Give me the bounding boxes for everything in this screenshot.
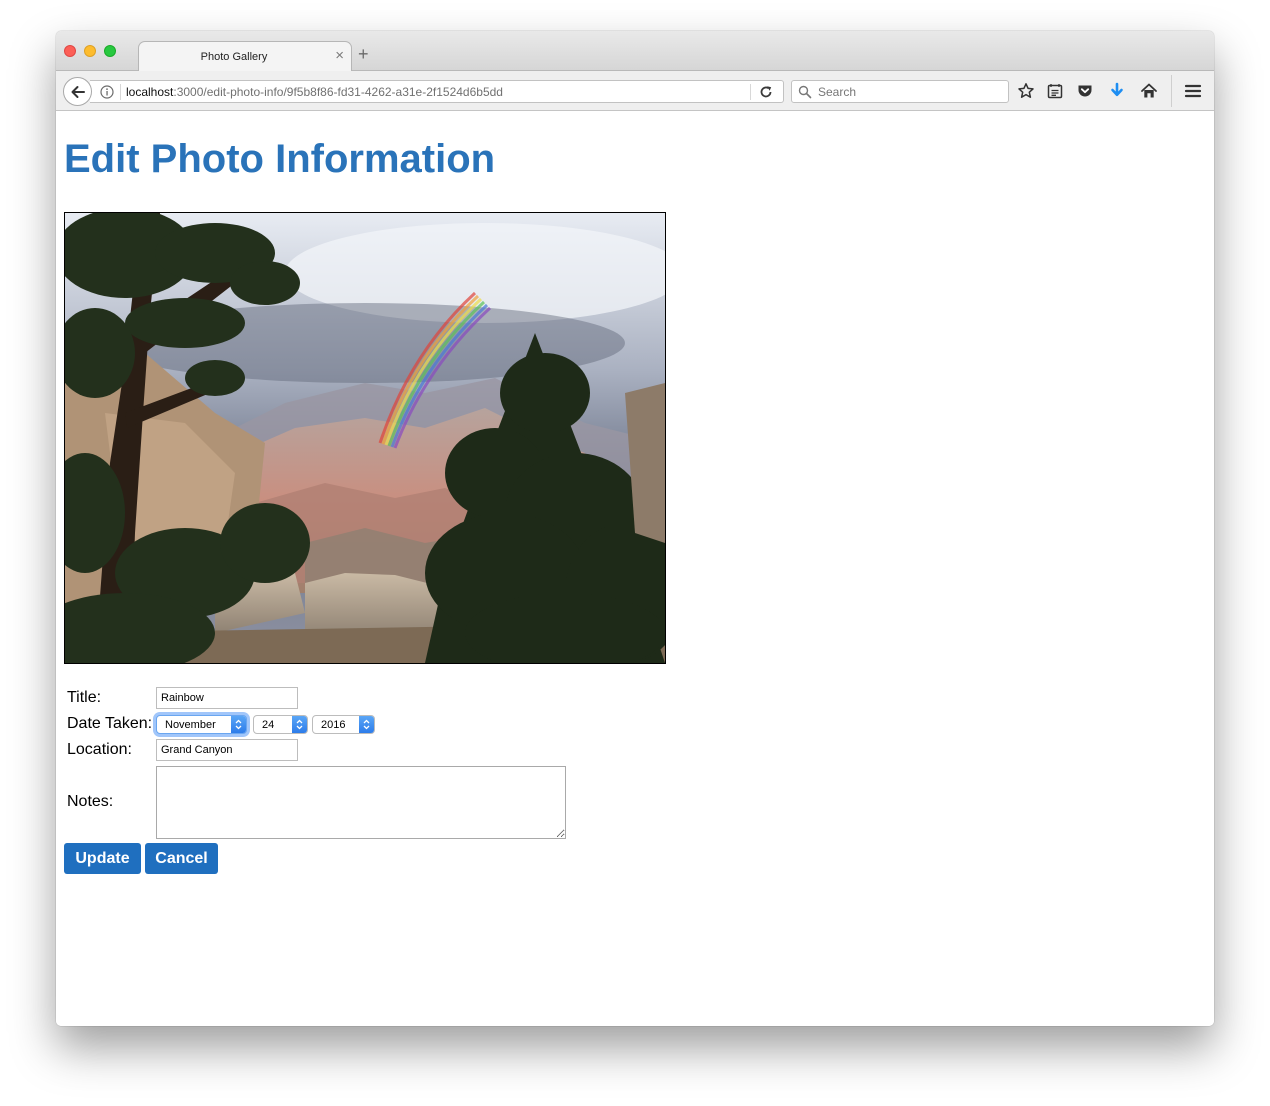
select-arrows-icon bbox=[359, 716, 374, 733]
photo-image bbox=[65, 213, 665, 663]
address-divider bbox=[120, 84, 121, 100]
notes-label: Notes: bbox=[67, 793, 114, 810]
menu-hamburger-icon[interactable] bbox=[1184, 82, 1202, 105]
year-value: 2016 bbox=[321, 719, 346, 731]
page-content: Edit Photo Information Title: Rainbow Da… bbox=[56, 112, 1214, 1026]
back-button[interactable] bbox=[63, 77, 92, 106]
address-bar[interactable]: localhost:3000/edit-photo-info/9f5b8f86-… bbox=[90, 80, 784, 103]
tab-photo-gallery[interactable]: Photo Gallery × bbox=[138, 41, 352, 72]
close-window-button[interactable] bbox=[64, 45, 76, 57]
url-text[interactable]: localhost:3000/edit-photo-info/9f5b8f86-… bbox=[126, 85, 503, 99]
info-icon[interactable] bbox=[100, 85, 114, 104]
toolbar-divider bbox=[1171, 75, 1172, 107]
reload-icon[interactable] bbox=[758, 84, 774, 105]
page-title: Edit Photo Information bbox=[64, 137, 496, 181]
reading-list-icon[interactable] bbox=[1046, 82, 1064, 105]
zoom-window-button[interactable] bbox=[104, 45, 116, 57]
search-placeholder: Search bbox=[818, 85, 857, 99]
back-arrow-icon bbox=[71, 85, 85, 98]
title-input[interactable] bbox=[156, 687, 298, 709]
navigation-toolbar: localhost:3000/edit-photo-info/9f5b8f86-… bbox=[56, 71, 1214, 111]
photo-preview bbox=[64, 212, 666, 664]
day-select[interactable]: 24 bbox=[253, 715, 308, 734]
month-value: November bbox=[165, 719, 216, 731]
pocket-icon[interactable] bbox=[1076, 82, 1094, 105]
tab-bar: Photo Gallery × + bbox=[56, 31, 1214, 72]
url-host: localhost bbox=[126, 85, 174, 99]
search-icon bbox=[798, 85, 812, 104]
download-icon[interactable] bbox=[1108, 82, 1126, 105]
new-tab-button[interactable]: + bbox=[358, 45, 369, 63]
year-select[interactable]: 2016 bbox=[312, 715, 375, 734]
url-path: :3000/edit-photo-info/9f5b8f86-fd31-4262… bbox=[173, 85, 503, 99]
location-label: Location: bbox=[67, 741, 132, 758]
title-label: Title: bbox=[67, 689, 102, 706]
date-taken-label: Date Taken: bbox=[67, 715, 153, 732]
notes-textarea[interactable] bbox=[156, 766, 566, 839]
tab-title: Photo Gallery bbox=[200, 51, 268, 63]
minimize-window-button[interactable] bbox=[84, 45, 96, 57]
browser-window: Photo Gallery × + localhost:3000/edit-ph… bbox=[56, 31, 1214, 1026]
day-value: 24 bbox=[262, 719, 275, 731]
select-arrows-icon bbox=[292, 716, 307, 733]
home-icon[interactable] bbox=[1140, 82, 1158, 105]
update-button[interactable]: Update bbox=[64, 843, 141, 874]
bookmark-star-icon[interactable] bbox=[1017, 82, 1035, 105]
location-input[interactable] bbox=[156, 739, 298, 761]
tab-close-icon[interactable]: × bbox=[335, 48, 344, 63]
select-arrows-icon bbox=[231, 716, 246, 733]
month-select[interactable]: November bbox=[156, 715, 247, 734]
search-bar[interactable]: Search bbox=[791, 80, 1009, 103]
address-divider bbox=[750, 84, 751, 100]
cancel-button[interactable]: Cancel bbox=[145, 843, 218, 874]
